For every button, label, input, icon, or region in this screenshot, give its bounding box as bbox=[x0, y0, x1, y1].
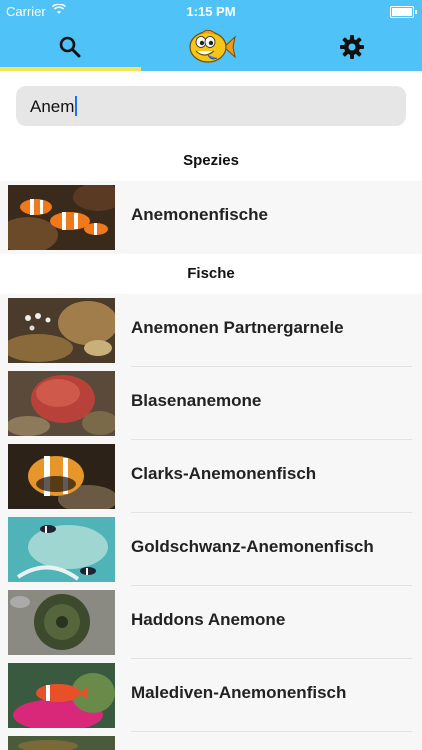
list-item[interactable]: Malediven-Anemonenfisch bbox=[0, 659, 422, 732]
list-item-label: Anemonen Partnergarnele bbox=[131, 318, 344, 337]
goldtail-clownfish-photo bbox=[8, 517, 115, 582]
list-item-label: Goldschwanz-Anemonenfisch bbox=[131, 537, 374, 556]
section-header-fische: Fische bbox=[187, 265, 235, 282]
list-item[interactable]: Anemonenfische bbox=[0, 181, 422, 254]
list-item[interactable]: Clarks-Anemonenfisch bbox=[0, 440, 422, 513]
list-item-label: Blasenanemone bbox=[131, 391, 262, 410]
list-item[interactable]: Blasenanemone bbox=[0, 367, 422, 440]
status-bar: Carrier 1:15 PM bbox=[0, 0, 422, 22]
list-item[interactable]: Haddons Anemone bbox=[0, 586, 422, 659]
active-tab-indicator bbox=[0, 67, 141, 71]
search-icon bbox=[59, 36, 81, 57]
bubble-anemone-photo bbox=[8, 371, 115, 436]
clarks-clownfish-photo bbox=[8, 444, 115, 509]
haddons-anemone-photo bbox=[8, 590, 115, 655]
tab-settings[interactable] bbox=[282, 22, 422, 71]
clownfish-photo bbox=[8, 185, 115, 250]
next-item-photo bbox=[8, 736, 115, 750]
tab-search[interactable] bbox=[0, 22, 140, 71]
list-item-label: Anemonenfische bbox=[131, 205, 268, 224]
list-item-partial[interactable] bbox=[0, 732, 422, 750]
fish-logo-icon bbox=[189, 29, 236, 63]
tab-home[interactable] bbox=[141, 22, 281, 71]
maldives-clownfish-photo bbox=[8, 663, 115, 728]
clock: 1:15 PM bbox=[186, 4, 236, 19]
list-item-label: Haddons Anemone bbox=[131, 610, 286, 629]
gear-icon bbox=[340, 34, 364, 59]
search-input-value[interactable]: Anem bbox=[30, 96, 78, 117]
battery-icon bbox=[390, 6, 417, 18]
list-item[interactable]: Anemonen Partnergarnele bbox=[0, 294, 422, 367]
list-item-label: Clarks-Anemonenfisch bbox=[131, 464, 317, 483]
section-header-spezies: Spezies bbox=[183, 152, 239, 169]
shrimp-photo bbox=[8, 298, 115, 363]
search-input[interactable]: Anem bbox=[16, 86, 406, 126]
list-item-label: Malediven-Anemonenfisch bbox=[131, 683, 347, 702]
list-item[interactable]: Goldschwanz-Anemonenfisch bbox=[0, 513, 422, 586]
top-bar: Carrier 1:15 PM bbox=[0, 0, 422, 71]
text-caret bbox=[75, 96, 78, 116]
